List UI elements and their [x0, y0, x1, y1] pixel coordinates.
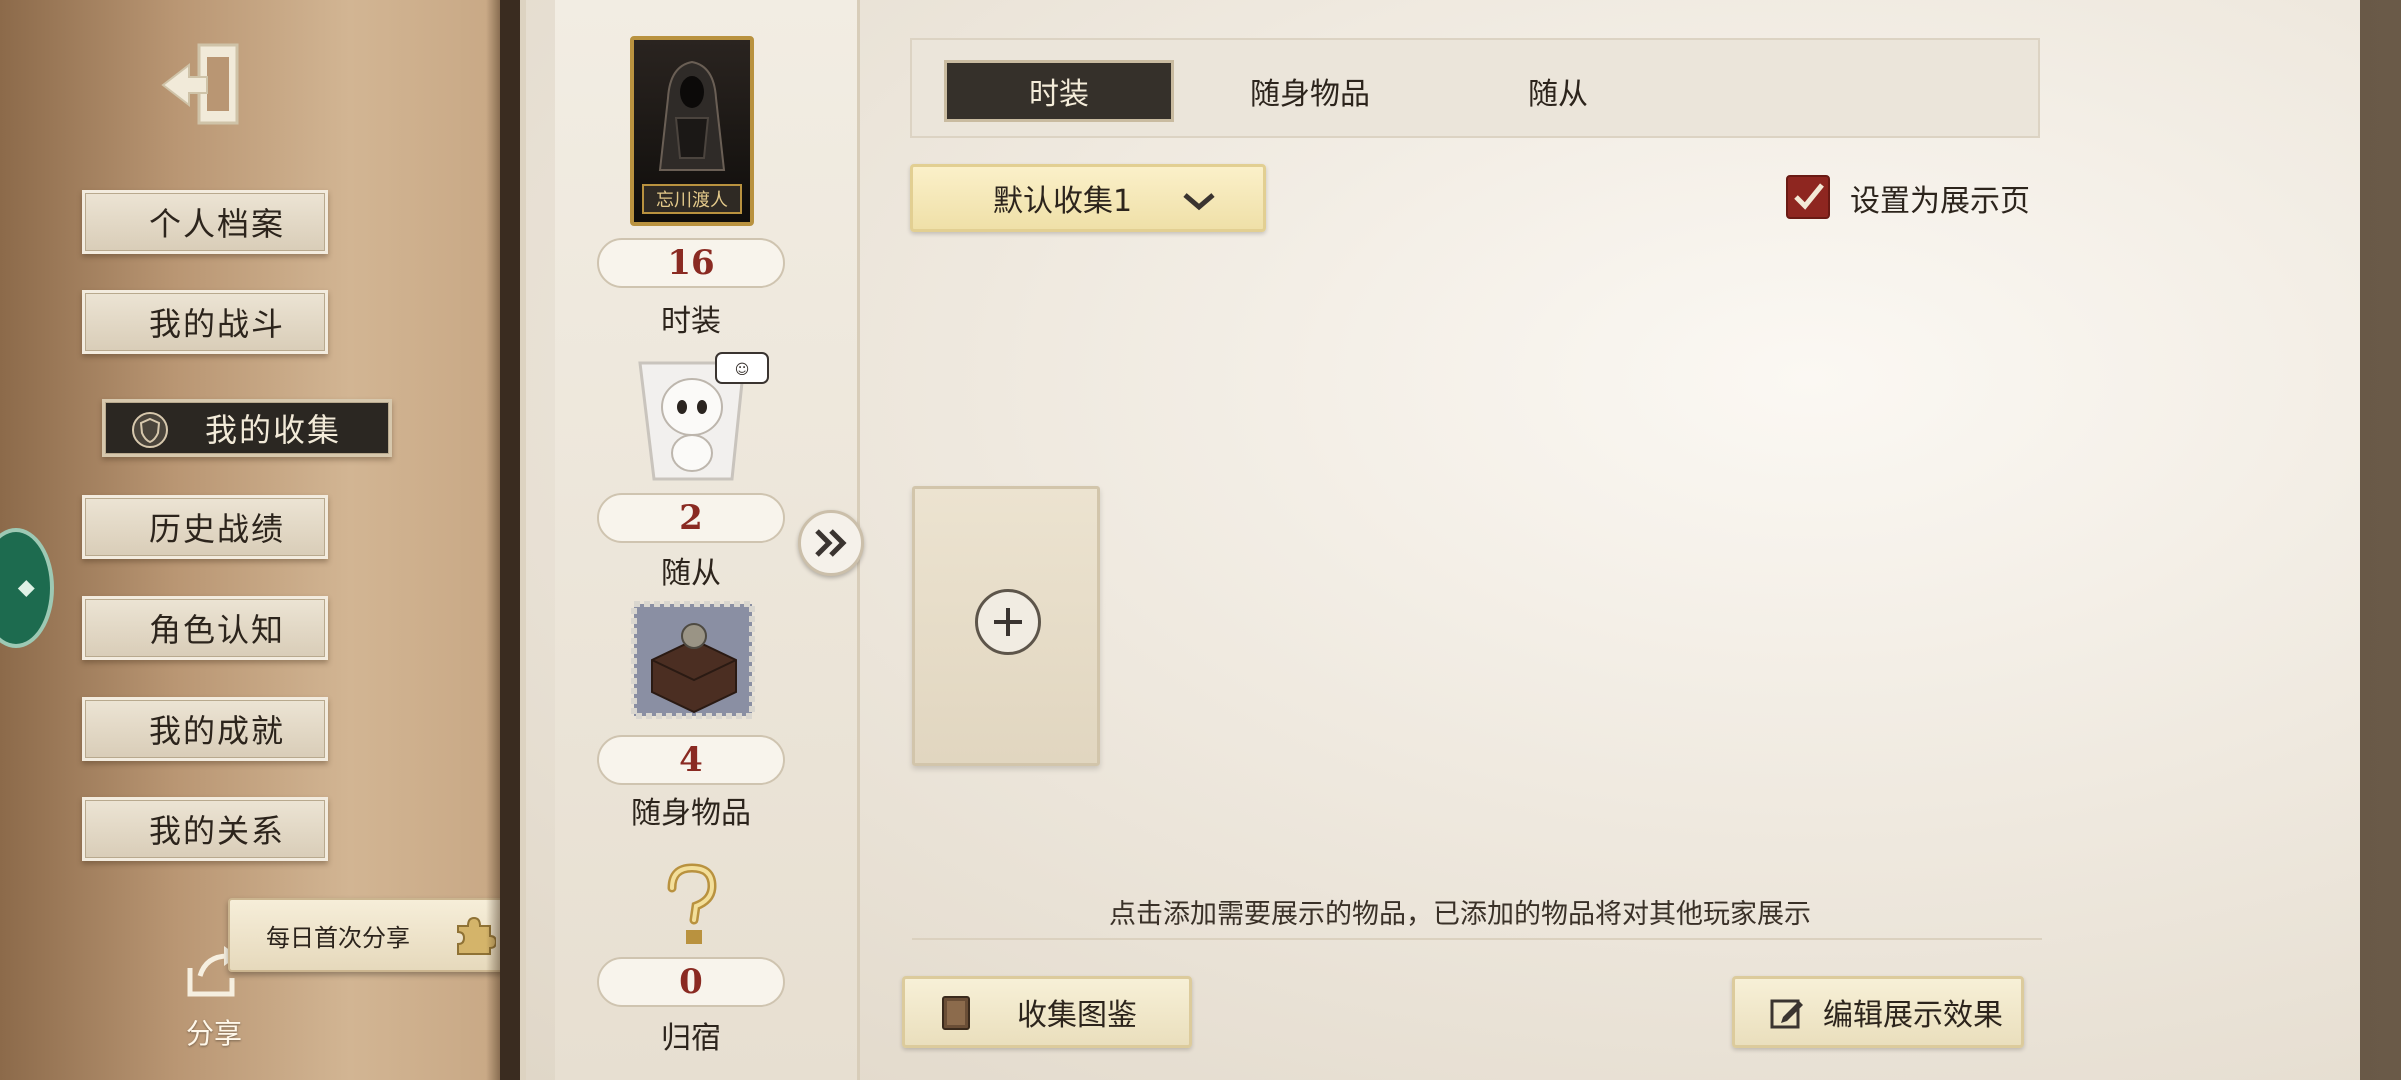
category-tabs: 时装 随身物品 随从: [910, 38, 2040, 138]
side-level-badge[interactable]: ◆: [0, 528, 54, 648]
item-label: 随身物品: [631, 796, 751, 831]
pet-companion-icon[interactable]: ☺: [620, 345, 770, 485]
nav-item-label: 角色认知: [149, 611, 286, 649]
pet-label: 随从: [661, 556, 721, 591]
nav-item-label: 历史战绩: [149, 510, 286, 548]
pet-count: 2: [597, 493, 785, 543]
tab-carried-items[interactable]: 随身物品: [1195, 60, 1425, 122]
tab-costume[interactable]: 时装: [944, 60, 1174, 122]
double-chevron-right-icon: [815, 529, 847, 557]
puzzle-piece-icon: [452, 914, 498, 958]
expand-button[interactable]: [798, 510, 864, 576]
tab-pets[interactable]: 随从: [1443, 60, 1673, 122]
add-display-slot[interactable]: [912, 486, 1100, 766]
collection-book-button[interactable]: 收集图鉴: [902, 976, 1192, 1048]
destination-label: 归宿: [661, 1021, 721, 1056]
item-count: 4: [597, 735, 785, 785]
nav-item-relations[interactable]: 我的关系: [82, 797, 328, 861]
nav-item-profile[interactable]: 个人档案: [82, 190, 328, 254]
costume-card[interactable]: 忘川渡人: [630, 36, 754, 226]
book-icon: [942, 996, 970, 1030]
svg-text:☺: ☺: [735, 362, 750, 378]
costume-count: 16: [597, 238, 785, 288]
nav-item-label: 我的成就: [149, 712, 286, 750]
exit-door-icon[interactable]: [150, 30, 260, 140]
share-label[interactable]: 分享: [186, 1012, 242, 1052]
edit-pencil-icon: [1770, 999, 1803, 1029]
daily-share-tip[interactable]: 每日首次分享: [228, 898, 518, 972]
edit-display-label: 编辑展示效果: [1823, 998, 2003, 1033]
nav-item-achievements[interactable]: 我的成就: [82, 697, 328, 761]
hooded-figure-icon: [658, 60, 726, 171]
showcase-label[interactable]: 设置为展示页: [1850, 176, 2030, 220]
share-tip-text: 每日首次分享: [266, 923, 410, 952]
chevron-down-icon: [1183, 193, 1215, 211]
nav-item-label: 个人档案: [149, 205, 286, 243]
nav-item-label: 我的战斗: [149, 305, 286, 343]
costume-label: 时装: [661, 304, 721, 339]
question-mark-icon[interactable]: [646, 860, 736, 950]
nav-item-battles[interactable]: 我的战斗: [82, 290, 328, 354]
showcase-checkbox[interactable]: [1786, 175, 1830, 219]
carried-item-stamp-icon[interactable]: [630, 600, 756, 720]
collection-preset-value: 默认收集1: [993, 184, 1133, 219]
nav-item-label: 我的收集: [205, 411, 342, 449]
profile-sidebar: 个人档案 我的战斗 我的收集 历史战绩 角色认知 我的成就 我的关系 ◆ 分享: [0, 0, 518, 1080]
collection-book-label: 收集图鉴: [1017, 998, 1137, 1033]
display-hint: 点击添加需要展示的物品，已添加的物品将对其他玩家展示: [1109, 899, 1811, 930]
divider: [912, 938, 2042, 940]
plus-icon: [975, 589, 1041, 655]
shield-emblem-icon: [131, 411, 169, 449]
edit-display-button[interactable]: 编辑展示效果: [1732, 976, 2024, 1048]
badge-glyph-icon: ◆: [12, 579, 38, 597]
nav-item-collection[interactable]: 我的收集: [102, 399, 392, 457]
checkmark-icon: [1794, 183, 1824, 210]
costume-card-name: 忘川渡人: [642, 184, 742, 214]
nav-item-label: 我的关系: [149, 812, 286, 850]
nav-item-history[interactable]: 历史战绩: [82, 495, 328, 559]
nav-item-character-knowledge[interactable]: 角色认知: [82, 596, 328, 660]
destination-count: 0: [597, 957, 785, 1007]
collection-preset-select[interactable]: 默认收集1: [910, 164, 1266, 232]
